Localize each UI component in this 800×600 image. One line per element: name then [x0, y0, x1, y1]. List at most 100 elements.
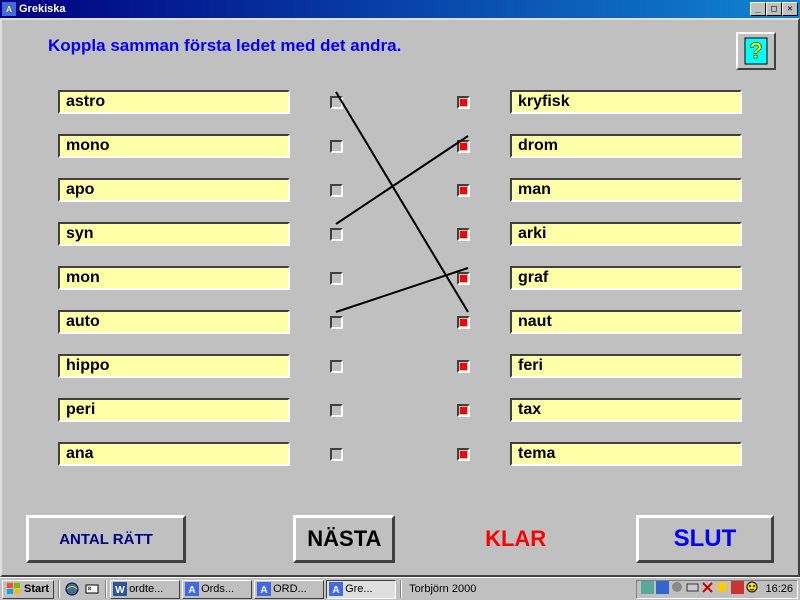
- clock: 16:26: [765, 583, 793, 595]
- tray-icon[interactable]: [641, 581, 654, 597]
- svg-text:A: A: [332, 585, 339, 596]
- score-button[interactable]: ANTAL RÄTT: [26, 515, 186, 563]
- exercise-area: astro kryfisk mono drom apo man syn arki mon graf…: [58, 80, 742, 476]
- tray-icon[interactable]: [731, 581, 744, 597]
- left-connector[interactable]: [330, 360, 343, 373]
- quicklaunch-ie-icon[interactable]: [63, 580, 81, 598]
- minimize-button[interactable]: _: [750, 2, 766, 16]
- taskbar-item-label: ORD...: [273, 583, 307, 595]
- taskbar-item[interactable]: A Gre...: [326, 580, 396, 599]
- exercise-row: astro kryfisk: [58, 80, 742, 124]
- right-connector[interactable]: [457, 228, 470, 241]
- taskbar-item-icon: A: [257, 582, 271, 596]
- maximize-button[interactable]: □: [766, 2, 782, 16]
- exercise-row: apo man: [58, 168, 742, 212]
- next-button[interactable]: NÄSTA: [293, 515, 395, 563]
- start-label: Start: [24, 583, 49, 595]
- close-button[interactable]: ✕: [782, 2, 798, 16]
- right-connector[interactable]: [457, 316, 470, 329]
- left-word[interactable]: apo: [58, 178, 290, 202]
- left-word[interactable]: mon: [58, 266, 290, 290]
- tray-icon[interactable]: [701, 581, 714, 597]
- exercise-row: peri tax: [58, 388, 742, 432]
- right-connector[interactable]: [457, 96, 470, 109]
- taskbar-item[interactable]: A Ords...: [182, 580, 252, 599]
- right-connector[interactable]: [457, 184, 470, 197]
- right-word[interactable]: feri: [510, 354, 742, 378]
- connector-area: [290, 316, 510, 329]
- taskbar: Start Wordte... A Ords... A ORD... A Gre... To…: [0, 577, 800, 600]
- app-frame: Koppla samman första ledet med det andra…: [0, 18, 800, 577]
- right-word[interactable]: graf: [510, 266, 742, 290]
- app-icon: A: [2, 2, 16, 16]
- exercise-row: syn arki: [58, 212, 742, 256]
- connector-area: [290, 404, 510, 417]
- right-word[interactable]: man: [510, 178, 742, 202]
- left-connector[interactable]: [330, 228, 343, 241]
- tray-icon[interactable]: [656, 581, 669, 597]
- right-connector[interactable]: [457, 448, 470, 461]
- done-button[interactable]: KLAR: [465, 515, 567, 563]
- button-bar: ANTAL RÄTT NÄSTA KLAR SLUT: [26, 513, 774, 565]
- right-word[interactable]: tax: [510, 398, 742, 422]
- quicklaunch-desktop-icon[interactable]: [83, 580, 101, 598]
- exercise-row: mon graf: [58, 256, 742, 300]
- taskbar-item-label: Ords...: [201, 583, 234, 595]
- tray-icon[interactable]: [746, 581, 759, 597]
- left-word[interactable]: mono: [58, 134, 290, 158]
- connector-area: [290, 140, 510, 153]
- connector-area: [290, 272, 510, 285]
- tray-icon[interactable]: [686, 581, 699, 597]
- svg-text:?: ?: [749, 38, 762, 63]
- connector-area: [290, 228, 510, 241]
- exercise-row: mono drom: [58, 124, 742, 168]
- svg-text:W: W: [115, 585, 125, 596]
- left-word[interactable]: hippo: [58, 354, 290, 378]
- taskbar-item-label: Gre...: [345, 583, 373, 595]
- taskbar-item[interactable]: Wordte...: [110, 580, 180, 599]
- left-connector[interactable]: [330, 184, 343, 197]
- help-button[interactable]: ?: [736, 32, 776, 70]
- svg-text:A: A: [188, 585, 195, 596]
- taskbar-item-icon: W: [113, 582, 127, 596]
- taskbar-item[interactable]: A ORD...: [254, 580, 324, 599]
- tray-icon[interactable]: [671, 581, 684, 597]
- taskbar-item-label: ordte...: [129, 583, 163, 595]
- left-word[interactable]: peri: [58, 398, 290, 422]
- left-word[interactable]: astro: [58, 90, 290, 114]
- connector-area: [290, 96, 510, 109]
- right-word[interactable]: arki: [510, 222, 742, 246]
- taskbar-item-icon: A: [329, 582, 343, 596]
- taskbar-separator: [105, 580, 106, 598]
- right-connector[interactable]: [457, 360, 470, 373]
- system-tray: 16:26: [636, 580, 798, 599]
- task-items: Wordte... A Ords... A ORD... A Gre...: [110, 580, 396, 599]
- left-connector[interactable]: [330, 96, 343, 109]
- svg-text:A: A: [260, 585, 267, 596]
- quit-button[interactable]: SLUT: [636, 515, 774, 563]
- exercise-row: ana tema: [58, 432, 742, 476]
- left-connector[interactable]: [330, 272, 343, 285]
- right-connector[interactable]: [457, 272, 470, 285]
- left-word[interactable]: syn: [58, 222, 290, 246]
- taskbar-item-icon: A: [185, 582, 199, 596]
- left-connector[interactable]: [330, 316, 343, 329]
- right-word[interactable]: kryfisk: [510, 90, 742, 114]
- left-connector[interactable]: [330, 404, 343, 417]
- right-word[interactable]: drom: [510, 134, 742, 158]
- taskbar-user-label: Torbjörn 2000: [405, 583, 480, 595]
- right-connector[interactable]: [457, 404, 470, 417]
- taskbar-separator: [58, 580, 59, 598]
- titlebar: A Grekiska _ □ ✕: [0, 0, 800, 18]
- left-connector[interactable]: [330, 140, 343, 153]
- connector-area: [290, 360, 510, 373]
- right-connector[interactable]: [457, 140, 470, 153]
- start-button[interactable]: Start: [2, 580, 54, 599]
- tray-icon[interactable]: [716, 581, 729, 597]
- left-word[interactable]: ana: [58, 442, 290, 466]
- right-word[interactable]: tema: [510, 442, 742, 466]
- connector-area: [290, 448, 510, 461]
- left-word[interactable]: auto: [58, 310, 290, 334]
- left-connector[interactable]: [330, 448, 343, 461]
- right-word[interactable]: naut: [510, 310, 742, 334]
